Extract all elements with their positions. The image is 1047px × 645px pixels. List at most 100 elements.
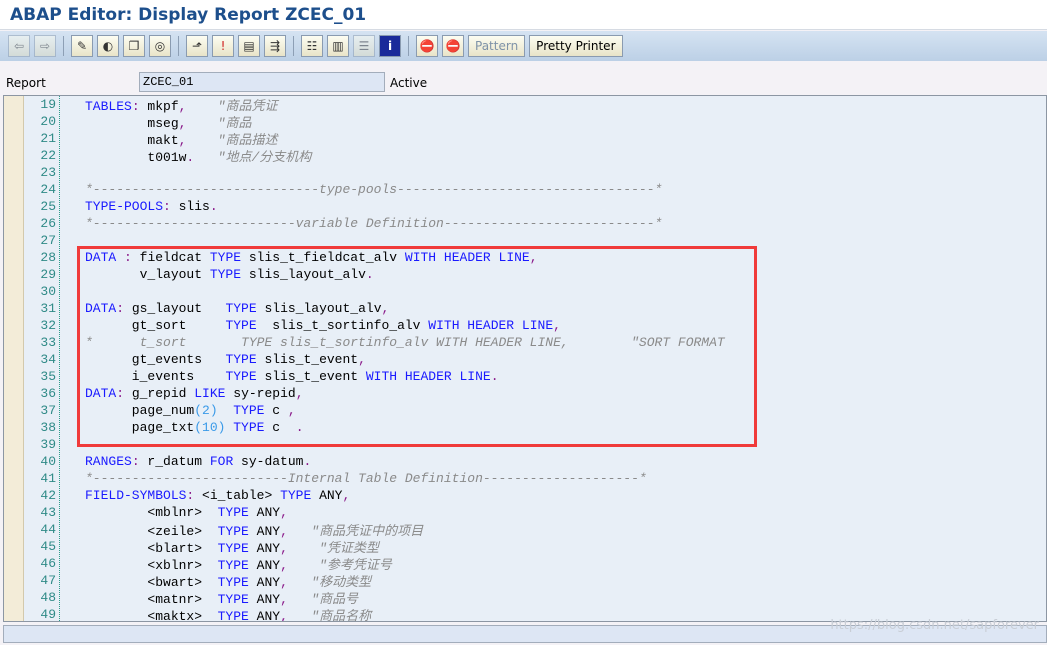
line-number: 40 xyxy=(40,454,56,469)
keyword-token: TYPE xyxy=(217,609,249,622)
hierarchy-up-icon: ⬏ xyxy=(191,39,203,53)
code-line: 22 t001w. "地点/分支机构 xyxy=(4,147,311,165)
report-name-field[interactable]: ZCEC_01 xyxy=(139,72,385,92)
line-number: 41 xyxy=(40,471,56,486)
identifier-token: slis_layout_alv xyxy=(241,267,366,282)
pattern-button[interactable]: Pattern xyxy=(468,35,526,57)
identifier-token: gt_sort xyxy=(85,318,226,333)
info-icon: i xyxy=(387,39,393,53)
identifier-token: <mblnr> xyxy=(85,505,218,520)
comment-token: *-----------------------------type-pools… xyxy=(85,182,663,197)
breakpoint-button[interactable]: ! xyxy=(212,35,234,57)
code-line: 47 <bwart> TYPE ANY, "移动类型 xyxy=(4,572,371,590)
display-screen-button[interactable]: ▤ xyxy=(238,35,260,57)
identifier-token: c xyxy=(264,420,296,435)
keyword-token: RANGES xyxy=(85,454,132,469)
code-line: 45 <blart> TYPE ANY, "凭证类型 xyxy=(4,538,379,556)
identifier-token: sy-repid xyxy=(225,386,296,401)
code-text: t001w. "地点/分支机构 xyxy=(85,146,311,165)
identifier-token: ANY xyxy=(311,488,343,503)
line-number: 36 xyxy=(40,386,56,401)
keyword-token: FIELD-SYMBOLS xyxy=(85,488,187,503)
code-text: i_events TYPE slis_t_event WITH HEADER L… xyxy=(85,369,499,384)
object-tree-button[interactable]: ☷ xyxy=(301,35,323,57)
edit-pencil-button[interactable]: ✎ xyxy=(71,35,93,57)
keyword-token: TYPE xyxy=(209,267,242,282)
object-copy-icon: ❐ xyxy=(128,39,140,53)
arrow-right-button[interactable]: ⇨ xyxy=(34,35,56,57)
punctuation-token: , xyxy=(342,488,351,503)
report-status: Active xyxy=(390,76,428,90)
keyword-token: TYPE xyxy=(280,488,312,503)
toggle-active-icon: ◐ xyxy=(102,39,114,53)
identifier-token xyxy=(116,250,124,265)
line-number: 35 xyxy=(40,369,56,384)
arrow-left-button[interactable]: ⇦ xyxy=(8,35,30,57)
object-tree-icon: ☷ xyxy=(306,39,318,53)
list-icon: ☰ xyxy=(358,39,370,53)
line-number: 32 xyxy=(40,318,56,333)
code-text: DATA: gs_layout TYPE slis_layout_alv, xyxy=(85,301,389,316)
code-text: *-----------------------------type-pools… xyxy=(85,182,662,197)
comment-token: "商品名称 xyxy=(311,609,372,622)
keyword-token: WITH HEADER LINE xyxy=(365,369,491,384)
line-number: 37 xyxy=(40,403,56,418)
code-editor[interactable]: 19 TABLES: mkpf, "商品凭证 20 mseg, "商品 21 makt… xyxy=(3,95,1047,622)
application-toolbar: ⇦ ⇨ ✎ ◐ ❐ ◎ ⬏! ▤ ⇶ ☷ ▥ ☰ i ⛔ ⛔ Pattern Pretty Printer xyxy=(0,31,1047,61)
identifier-token: gs_layout xyxy=(124,301,226,316)
code-lines: 19 TABLES: mkpf, "商品凭证 20 mseg, "商品 21 makt… xyxy=(4,96,724,621)
code-line: 41 *-------------------------Internal Tab… xyxy=(4,470,646,487)
identifier-token: v_layout xyxy=(85,267,210,282)
line-number: 39 xyxy=(40,437,56,452)
code-line: 19 TABLES: mkpf, "商品凭证 xyxy=(4,96,277,114)
keyword-token: TYPE xyxy=(233,420,265,435)
breakpoint-icon: ! xyxy=(220,39,226,53)
toggle-active-button[interactable]: ◐ xyxy=(97,35,119,57)
identifier-token: page_txt xyxy=(85,420,195,435)
punctuation-token: : xyxy=(163,199,171,214)
session-breakpoint-button[interactable]: ⛔ xyxy=(442,35,464,57)
code-line: 39 xyxy=(4,436,58,453)
keyword-token: DATA xyxy=(85,301,117,316)
comment-token: "地点/分支机构 xyxy=(217,150,312,165)
code-line: 49 <maktx> TYPE ANY, "商品名称 xyxy=(4,606,371,621)
line-number: 24 xyxy=(40,182,56,197)
code-text: FIELD-SYMBOLS: <i_table> TYPE ANY, xyxy=(85,488,350,503)
code-line: 35 i_events TYPE slis_t_event WITH HEADE… xyxy=(4,368,498,385)
where-used-icon: ◎ xyxy=(154,39,166,53)
code-line: 24 *-----------------------------type-poo… xyxy=(4,181,662,198)
object-copy-button[interactable]: ❐ xyxy=(123,35,145,57)
line-number: 19 xyxy=(40,97,56,112)
list-button[interactable]: ☰ xyxy=(353,35,375,57)
line-number: 28 xyxy=(40,250,56,265)
info-button[interactable]: i xyxy=(379,35,401,57)
toolbar-separator xyxy=(408,36,409,56)
pretty-printer-button[interactable]: Pretty Printer xyxy=(529,35,623,57)
code-line: 43 <mblnr> TYPE ANY, xyxy=(4,504,287,521)
line-number: 42 xyxy=(40,488,56,503)
identifier-token: r_datum xyxy=(139,454,210,469)
keyword-token: WITH HEADER LINE xyxy=(428,318,554,333)
keyword-token: TYPE xyxy=(225,369,257,384)
punctuation-token: . xyxy=(303,454,312,469)
punctuation-token: : xyxy=(131,454,140,469)
identifier-token: slis_layout_alv xyxy=(256,301,382,316)
identifier-token: <i_table> xyxy=(194,488,281,503)
keyword-token: TYPE xyxy=(225,301,257,316)
toolbar-separator xyxy=(63,36,64,56)
navigate-button[interactable]: ⇶ xyxy=(264,35,286,57)
punctuation-token: : xyxy=(116,301,125,316)
arrow-right-icon: ⇨ xyxy=(39,39,51,53)
hierarchy-up-button[interactable]: ⬏ xyxy=(186,35,208,57)
code-line: 30 xyxy=(4,283,58,300)
printer-button[interactable]: ▥ xyxy=(327,35,349,57)
code-text: <mblnr> TYPE ANY, xyxy=(85,505,287,520)
code-text: gt_sort TYPE slis_t_sortinfo_alv WITH HE… xyxy=(85,318,561,333)
code-text: RANGES: r_datum FOR sy-datum. xyxy=(85,454,311,469)
code-text: gt_events TYPE slis_t_event, xyxy=(85,352,366,367)
where-used-button[interactable]: ◎ xyxy=(149,35,171,57)
identifier-token: page_num xyxy=(85,403,195,418)
identifier-token: ANY xyxy=(248,505,281,520)
stop-breakpoint-button[interactable]: ⛔ xyxy=(416,35,438,57)
code-line: 42 FIELD-SYMBOLS: <i_table> TYPE ANY, xyxy=(4,487,350,504)
